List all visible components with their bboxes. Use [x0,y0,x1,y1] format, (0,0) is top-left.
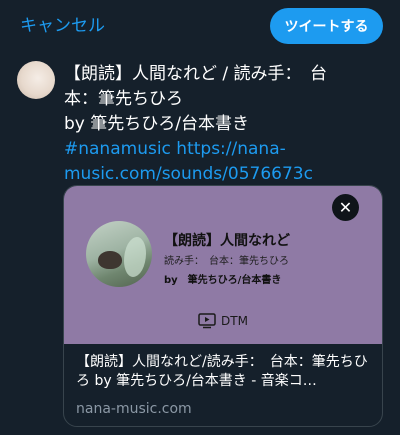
tweet-text[interactable]: 【朗読】人間なれど / 読み手： 台本：筆先ちひろ by 筆先ちひろ/台本書き #n… [64,62,384,187]
cancel-button[interactable]: キャンセル [20,14,105,38]
monitor-play-icon [198,313,216,329]
dtm-label: DTM [221,314,248,328]
card-media-title: 【朗読】人間なれど [164,233,290,249]
top-bar: キャンセル ツイートする [0,0,400,54]
card-media: ✕ 【朗読】人間なれど 読み手： 台本：筆先ちひろ by 筆先ちひろ/台本書き … [64,186,382,344]
card-thumbnail [86,221,152,287]
leaf-shape [124,237,146,277]
url-link-part2[interactable]: music.com/sounds/0576673c [64,164,313,184]
link-preview-card[interactable]: ✕ 【朗読】人間なれど 読み手： 台本：筆先ちひろ by 筆先ちひろ/台本書き … [63,185,383,427]
tweet-button[interactable]: ツイートする [270,8,383,44]
close-icon[interactable]: ✕ [332,194,359,221]
card-domain: nana-music.com [76,401,192,417]
bird-shape [98,251,122,269]
card-media-subtitle: 読み手： 台本：筆先ちひろ [164,256,289,267]
dtm-tag: DTM [198,313,248,329]
tweet-line-3: by 筆先ちひろ/台本書き [64,114,249,134]
card-description: 【朗読】人間なれど/読み手： 台本：筆先ちひろ by 筆先ちひろ/台本書き - … [76,354,368,389]
card-media-by: by 筆先ちひろ/台本書き [164,275,282,286]
url-link-part1[interactable]: https://nana- [176,139,285,159]
avatar[interactable] [17,61,55,99]
hashtag-link[interactable]: #nanamusic [64,139,171,159]
tweet-line-2: 本：筆先ちひろ [64,89,183,109]
tweet-line-1: 【朗読】人間なれど / 読み手： 台 [64,64,328,84]
card-body: 【朗読】人間なれど/読み手： 台本：筆先ちひろ by 筆先ちひろ/台本書き - … [64,344,382,426]
